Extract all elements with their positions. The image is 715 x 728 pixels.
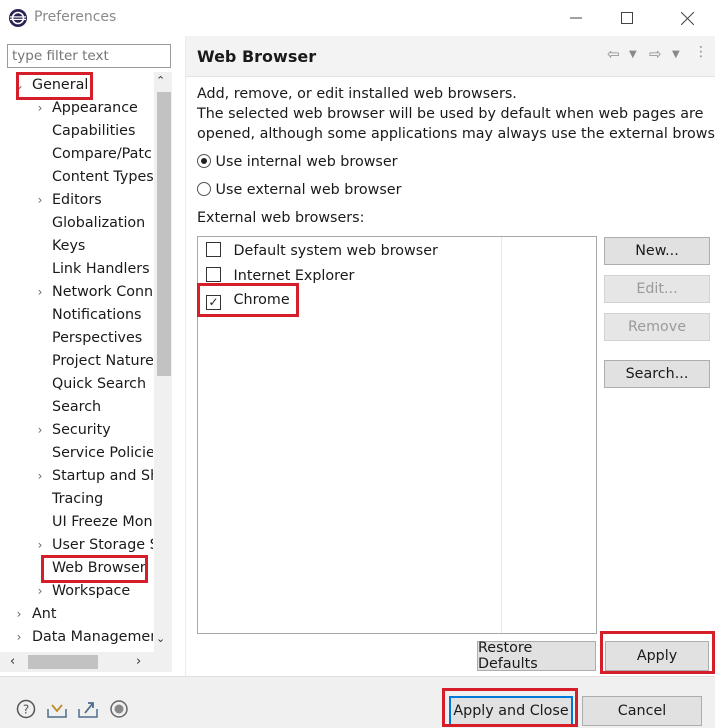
- page-title: Web Browser: [197, 47, 317, 66]
- forward-dropdown-icon[interactable]: ▼: [672, 49, 680, 60]
- filter-input[interactable]: [7, 44, 171, 68]
- search-button[interactable]: Search...: [604, 360, 710, 388]
- external-browsers-label: External web browsers:: [197, 210, 365, 226]
- browser-name: Default system web browser: [233, 243, 438, 259]
- tree-item-label: Editors: [52, 192, 102, 208]
- chevron-right-icon[interactable]: ›: [33, 580, 47, 602]
- svg-text:?: ?: [23, 703, 29, 717]
- list-column-divider: [501, 237, 502, 633]
- new-button[interactable]: New...: [604, 237, 710, 265]
- forward-arrow-icon[interactable]: ⇨: [649, 45, 662, 63]
- tree-item-label: Keys: [52, 238, 86, 254]
- tree-item-label: Link Handlers: [52, 261, 150, 277]
- minimize-icon: [570, 17, 582, 19]
- tree-item-label: Service Policies: [52, 445, 153, 461]
- maximize-icon: [621, 12, 633, 24]
- tree-item-label: Tracing: [52, 491, 104, 507]
- description-line-1: Add, remove, or edit installed web brows…: [197, 86, 517, 102]
- tree-item-label: Quick Search: [52, 376, 147, 392]
- tree-item-label: UI Freeze Monitoring: [52, 514, 153, 530]
- chrome-highlight: [197, 283, 299, 317]
- tree-item-label: Startup and Shutdown: [52, 468, 153, 484]
- description-line-3: opened, although some applications may a…: [197, 126, 715, 142]
- chevron-right-icon[interactable]: ›: [33, 465, 47, 487]
- help-icon[interactable]: ?: [15, 698, 37, 720]
- chevron-right-icon[interactable]: ›: [33, 189, 47, 211]
- restore-defaults-button[interactable]: Restore Defaults: [477, 640, 596, 672]
- web-browser-highlight: [41, 555, 148, 583]
- scroll-right-arrow-icon[interactable]: ›: [136, 654, 141, 669]
- apply-highlight: [600, 631, 715, 674]
- eclipse-app-icon: [9, 9, 27, 27]
- view-menu-icon[interactable]: ⋮: [694, 44, 708, 60]
- chevron-right-icon[interactable]: ›: [12, 626, 26, 648]
- radio-internal-indicator[interactable]: [197, 154, 211, 168]
- record-icon[interactable]: [108, 698, 130, 720]
- tree-item-label: Content Types: [52, 169, 153, 185]
- general-highlight: [16, 72, 93, 100]
- chevron-right-icon[interactable]: ›: [33, 281, 47, 303]
- scroll-down-arrow-icon[interactable]: ⌄: [156, 632, 165, 645]
- browser-row-default[interactable]: Default system web browser: [206, 242, 438, 259]
- edit-button[interactable]: Edit...: [604, 275, 710, 303]
- maximize-button[interactable]: [604, 0, 650, 36]
- chevron-right-icon[interactable]: ›: [33, 97, 47, 119]
- cancel-button[interactable]: Cancel: [582, 696, 702, 726]
- radio-external-browser[interactable]: Use external web browser: [197, 182, 401, 198]
- tree-item-label: Compare/Patch: [52, 146, 153, 162]
- tree-item-label: Network Connections: [52, 284, 153, 300]
- apply-and-close-highlight: [442, 688, 578, 727]
- close-button[interactable]: [664, 0, 710, 36]
- browser-checkbox[interactable]: [206, 267, 221, 282]
- browser-name: Internet Explorer: [233, 268, 355, 284]
- tree-item-label: Data Management: [32, 629, 153, 645]
- back-dropdown-icon[interactable]: ▼: [629, 49, 637, 60]
- tree-item-label: Workspace: [52, 583, 131, 599]
- export-icon[interactable]: [77, 698, 99, 720]
- remove-button[interactable]: Remove: [604, 313, 710, 341]
- close-icon: [680, 11, 694, 25]
- tree-item-label: Globalization: [52, 215, 146, 231]
- tree-item-label: Notifications: [52, 307, 142, 323]
- tree-scroll-thumb[interactable]: [157, 92, 171, 376]
- chevron-right-icon[interactable]: ›: [33, 419, 47, 441]
- tree-item-label: Ant: [32, 606, 57, 622]
- minimize-button[interactable]: [553, 0, 599, 36]
- tree-item-label: Appearance: [52, 100, 138, 116]
- tree-item-label: Project Natures: [52, 353, 153, 369]
- radio-internal-label: Use internal web browser: [215, 154, 398, 170]
- tree-item-label: Perspectives: [52, 330, 143, 346]
- tree-item-label: Search: [52, 399, 102, 415]
- tree-hscroll-thumb[interactable]: [28, 655, 98, 669]
- tree-item-label: User Storage Service: [52, 537, 153, 553]
- description-line-2: The selected web browser will be used by…: [197, 106, 704, 122]
- back-arrow-icon[interactable]: ⇦: [607, 45, 620, 63]
- chevron-right-icon[interactable]: ›: [12, 603, 26, 625]
- radio-external-label: Use external web browser: [215, 182, 402, 198]
- chevron-right-icon[interactable]: ›: [33, 534, 47, 556]
- tree-item-label: Security: [52, 422, 111, 438]
- browser-row-ie[interactable]: Internet Explorer: [206, 267, 354, 284]
- window-title: Preferences: [34, 9, 117, 25]
- scroll-up-arrow-icon[interactable]: ⌃: [156, 74, 165, 87]
- tree-item-label: Capabilities: [52, 123, 136, 139]
- radio-internal-browser[interactable]: Use internal web browser: [197, 154, 398, 170]
- import-icon[interactable]: [46, 698, 68, 720]
- scroll-left-arrow-icon[interactable]: ‹: [10, 654, 15, 669]
- radio-external-indicator[interactable]: [197, 182, 211, 196]
- browser-checkbox[interactable]: [206, 242, 221, 257]
